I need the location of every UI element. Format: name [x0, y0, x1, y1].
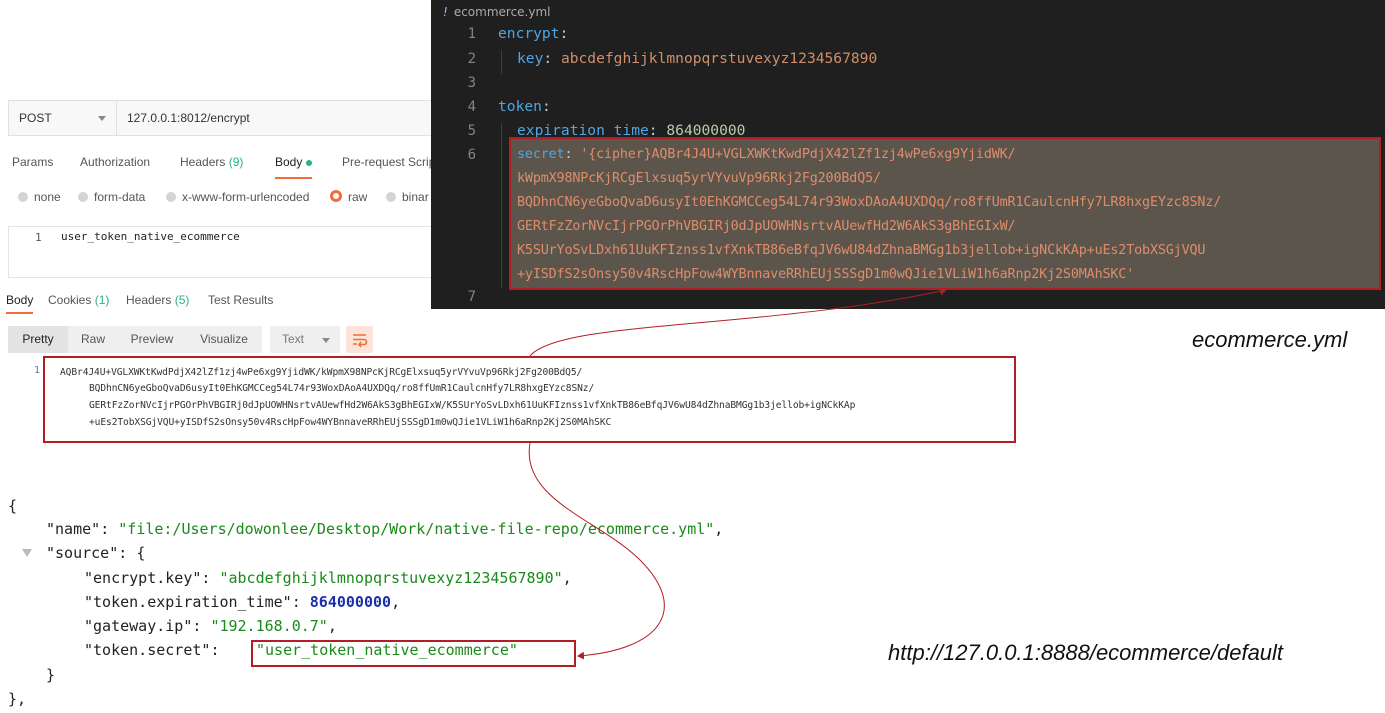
arrow-to-token: [528, 442, 665, 660]
arrow-to-secret: [529, 287, 947, 357]
annotation-arrows: [528, 287, 947, 660]
